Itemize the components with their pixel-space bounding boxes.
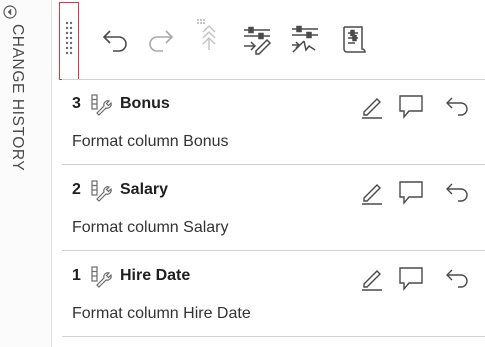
revert-arrow-icon — [446, 269, 468, 288]
comment-step-button[interactable] — [398, 93, 423, 119]
column-format-wrench-icon — [91, 266, 112, 288]
history-entry[interactable]: 2 Salary Format column Salary — [62, 171, 485, 257]
redo-arrow-icon — [149, 30, 174, 52]
history-side-strip: CHANGE HISTORY — [0, 0, 52, 347]
edit-step-button[interactable] — [360, 179, 384, 205]
sliders-pen-icon — [244, 26, 272, 55]
history-entry-header: 1 Hire Date — [62, 257, 485, 297]
step-type-icon — [90, 265, 114, 289]
collapse-panel-button[interactable] — [2, 4, 18, 20]
script-icon — [343, 26, 366, 53]
comment-icon — [399, 95, 423, 119]
column-name: Bonus — [120, 95, 170, 112]
history-entry-header: 3 Bonus — [62, 85, 485, 125]
step-number: 3 — [72, 95, 81, 112]
revert-arrow-icon — [446, 183, 468, 202]
step-description: Format column Bonus — [72, 133, 229, 150]
redo-button[interactable] — [146, 24, 176, 54]
comment-icon — [399, 181, 423, 205]
step-description: Format column Salary — [72, 219, 229, 236]
step-description: Format column Hire Date — [72, 305, 251, 322]
column-name: Hire Date — [120, 267, 191, 284]
entry-divider — [62, 164, 485, 165]
undo-button[interactable] — [100, 24, 130, 54]
edit-step-button[interactable] — [360, 93, 384, 119]
comment-step-button[interactable] — [398, 179, 423, 205]
history-entry-header: 2 Salary — [62, 171, 485, 211]
history-entry[interactable]: 1 Hire Date Format column Hire Date — [62, 257, 485, 343]
drag-handle[interactable] — [59, 2, 79, 80]
history-entry[interactable]: 3 Bonus Format column Bonus — [62, 85, 485, 171]
edit-pencil-icon — [362, 270, 382, 291]
revert-step-button[interactable] — [444, 179, 468, 205]
step-type-icon — [90, 93, 114, 117]
revert-step-button[interactable] — [444, 265, 468, 291]
revert-step-button[interactable] — [444, 93, 468, 119]
edit-filter-button[interactable] — [242, 24, 272, 55]
sliders-arrow-icon — [292, 25, 318, 53]
entry-divider — [62, 336, 485, 337]
entry-divider — [62, 250, 485, 251]
grip-dots-icon — [65, 21, 73, 55]
collapse-steps-button[interactable] — [194, 18, 224, 50]
revert-arrow-icon — [446, 97, 468, 116]
column-format-wrench-icon — [91, 94, 112, 116]
comment-step-button[interactable] — [398, 265, 423, 291]
toolbar-divider — [62, 79, 485, 80]
edit-pencil-icon — [362, 184, 382, 205]
edit-pencil-icon — [362, 98, 382, 119]
step-number: 2 — [72, 181, 81, 198]
undo-arrow-icon — [102, 30, 127, 52]
apply-steps-button[interactable] — [290, 24, 320, 54]
edit-step-button[interactable] — [360, 265, 384, 291]
collapse-left-icon — [3, 5, 17, 19]
step-number: 1 — [72, 267, 81, 284]
comment-icon — [399, 267, 423, 291]
panel-title: CHANGE HISTORY — [9, 24, 26, 172]
script-button[interactable] — [338, 24, 368, 54]
column-name: Salary — [120, 181, 169, 198]
step-type-icon — [90, 179, 114, 203]
column-format-wrench-icon — [91, 180, 112, 202]
grid-up-chevrons-icon — [197, 19, 216, 50]
